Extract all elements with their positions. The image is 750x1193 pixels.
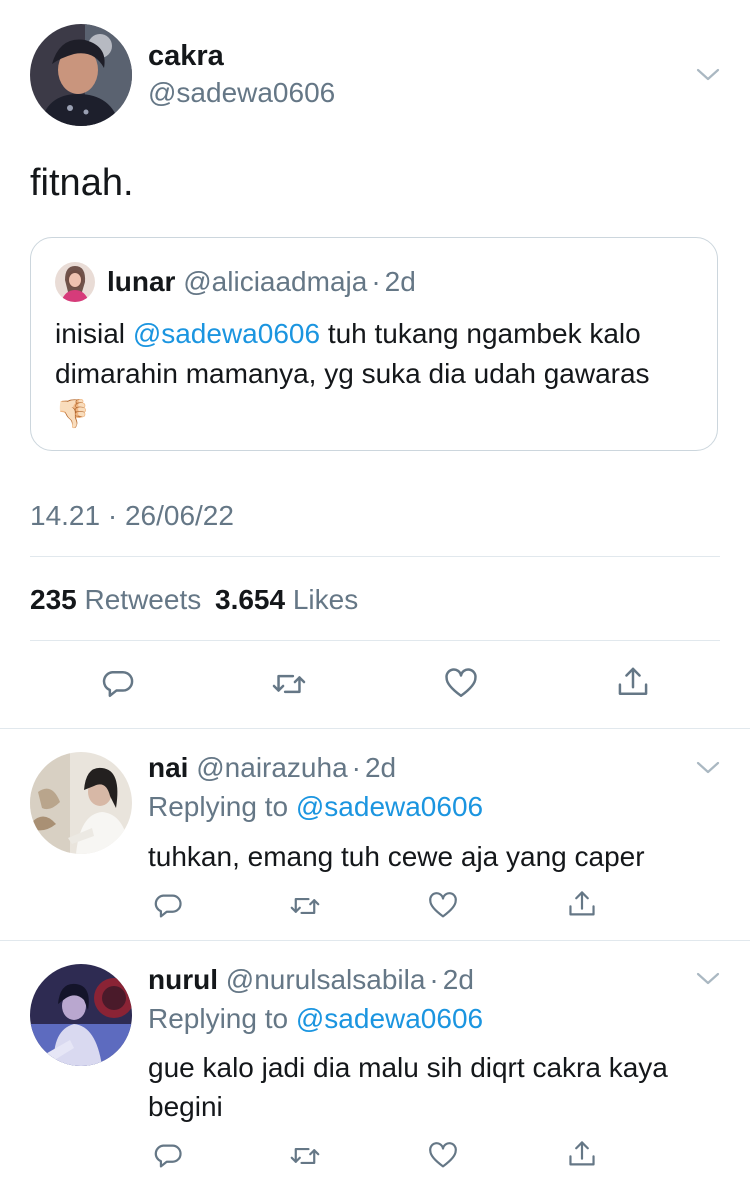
replying-to: Replying to @sadewa0606 [148, 1003, 483, 1035]
reply-icon[interactable] [102, 667, 136, 701]
replying-to-handle[interactable]: @sadewa0606 [296, 1003, 483, 1034]
thumbs-down-icon: 👎🏻 [55, 398, 90, 429]
replying-to-label: Replying to [148, 791, 289, 822]
engagement-stats: 235 Retweets 3.654 Likes [30, 584, 358, 616]
divider [0, 940, 750, 941]
quoted-header: lunar @aliciaadmaja · 2d [107, 266, 416, 298]
reply-time: 2d [364, 752, 397, 783]
avatar[interactable] [30, 752, 132, 854]
reply-text: gue kalo jadi dia malu sih diqrt cakra k… [148, 1052, 668, 1122]
retweet-icon[interactable] [272, 667, 306, 701]
heart-icon[interactable] [428, 891, 458, 921]
share-icon[interactable] [616, 665, 650, 699]
dot-separator: · [351, 752, 361, 783]
quoted-time: 2d [384, 266, 416, 297]
share-icon[interactable] [567, 889, 597, 919]
reply-header: nai @nairazuha · 2d [148, 752, 396, 784]
display-name[interactable]: cakra [148, 40, 224, 73]
retweets-label[interactable]: Retweets [85, 584, 202, 615]
reply-text: tuhkan, emang tuh cewe aja yang caper [148, 841, 645, 872]
dot-separator: · [429, 964, 439, 995]
chevron-down-icon[interactable] [695, 760, 721, 776]
tweet-text: fitnah. [30, 162, 134, 204]
reply-icon[interactable] [154, 1141, 184, 1171]
replying-to-label: Replying to [148, 1003, 289, 1034]
divider [30, 556, 720, 557]
replying-to: Replying to @sadewa0606 [148, 791, 483, 823]
likes-label[interactable]: Likes [293, 584, 358, 615]
handle[interactable]: @sadewa0606 [148, 77, 335, 109]
retweet-icon[interactable] [290, 891, 320, 921]
divider [0, 728, 750, 729]
likes-count[interactable]: 3.654 [215, 584, 285, 615]
handle[interactable]: @nurulsalsabila [226, 964, 426, 995]
avatar[interactable] [30, 24, 132, 126]
display-name[interactable]: nurul [148, 964, 218, 995]
divider [30, 640, 720, 641]
quoted-text: inisial @sadewa0606 tuh tukang ngambek k… [55, 314, 675, 434]
quoted-text-before: inisial [55, 318, 133, 349]
quoted-mention[interactable]: @sadewa0606 [133, 318, 320, 349]
dot-separator: · [371, 266, 381, 297]
quoted-avatar [55, 262, 95, 302]
reply-header: nurul @nurulsalsabila · 2d [148, 964, 474, 996]
retweets-count[interactable]: 235 [30, 584, 77, 615]
share-icon[interactable] [567, 1139, 597, 1169]
avatar[interactable] [30, 964, 132, 1066]
chevron-down-icon[interactable] [695, 971, 721, 987]
replying-to-handle[interactable]: @sadewa0606 [296, 791, 483, 822]
reply-time: 2d [442, 964, 474, 995]
quoted-tweet[interactable]: lunar @aliciaadmaja · 2d inisial @sadewa06… [30, 237, 718, 451]
quoted-handle: @aliciaadmaja [183, 266, 368, 297]
retweet-icon[interactable] [290, 1141, 320, 1171]
timestamp: 14.21 · 26/06/22 [30, 500, 234, 531]
chevron-down-icon[interactable] [695, 67, 721, 83]
handle[interactable]: @nairazuha [196, 752, 347, 783]
reply-icon[interactable] [154, 891, 184, 921]
display-name[interactable]: nai [148, 752, 188, 783]
quoted-display-name: lunar [107, 266, 176, 297]
heart-icon[interactable] [444, 667, 478, 701]
heart-icon[interactable] [428, 1141, 458, 1171]
